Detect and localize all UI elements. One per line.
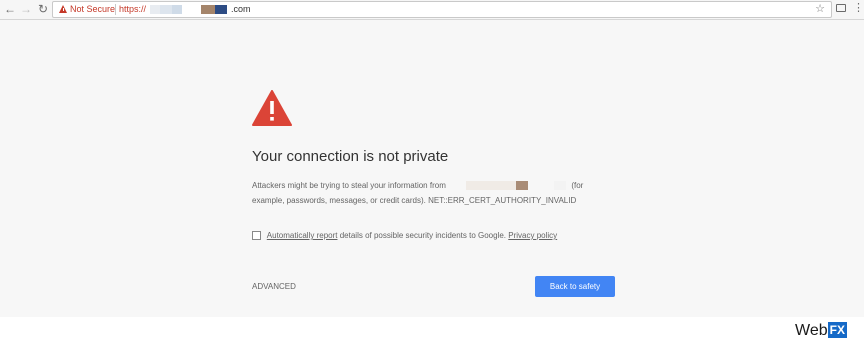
page-title: Your connection is not private xyxy=(252,148,449,165)
privacy-policy-link[interactable]: Privacy policy xyxy=(508,231,557,240)
bookmark-star-icon[interactable]: ☆ xyxy=(815,2,825,17)
url-scheme: https:// xyxy=(119,4,147,14)
browser-toolbar: ← → ↻ Not Secure https:// .com ☆ ⋮ xyxy=(0,0,864,20)
url-redaction xyxy=(160,5,172,14)
back-to-safety-button[interactable]: Back to safety xyxy=(535,276,615,297)
report-checkbox[interactable] xyxy=(252,231,261,241)
address-bar[interactable]: Not Secure https:// .com ☆ xyxy=(52,1,832,18)
url-redaction xyxy=(215,5,227,14)
kebab-menu-icon[interactable]: ⋮ xyxy=(853,1,864,16)
domain-redaction xyxy=(554,181,567,191)
security-label[interactable]: Not Secure xyxy=(70,3,115,16)
interstitial-page: Your connection is not private Attackers… xyxy=(0,20,864,317)
report-description: details of possible security incidents t… xyxy=(339,231,507,240)
url-redaction xyxy=(150,5,160,14)
webfx-logo: Web FX xyxy=(795,321,847,341)
warning-triangle-icon xyxy=(59,5,67,13)
report-checkbox-row: Automatically report details of possible… xyxy=(252,231,557,241)
back-arrow-icon[interactable]: ← xyxy=(3,2,17,16)
cast-icon[interactable] xyxy=(836,4,846,12)
url-redaction xyxy=(201,5,215,14)
domain-redaction xyxy=(466,181,517,191)
logo-text: Web xyxy=(795,322,828,339)
automatically-report-link[interactable]: Automatically report xyxy=(267,231,338,240)
advanced-button[interactable]: ADVANCED xyxy=(252,282,296,291)
warning-triangle-icon xyxy=(252,90,292,126)
error-code: NET::ERR_CERT_AUTHORITY_INVALID xyxy=(428,196,577,205)
url-domain: .com xyxy=(231,4,251,14)
url-redaction xyxy=(172,5,182,14)
forward-arrow-icon[interactable]: → xyxy=(19,2,33,16)
warning-message-text: Attackers might be trying to steal your … xyxy=(252,181,446,190)
warning-message: Attackers might be trying to steal your … xyxy=(252,178,612,208)
reload-icon[interactable]: ↻ xyxy=(36,2,50,16)
logo-fx-badge: FX xyxy=(827,322,847,338)
domain-redaction xyxy=(516,181,529,191)
url-divider xyxy=(115,4,116,15)
